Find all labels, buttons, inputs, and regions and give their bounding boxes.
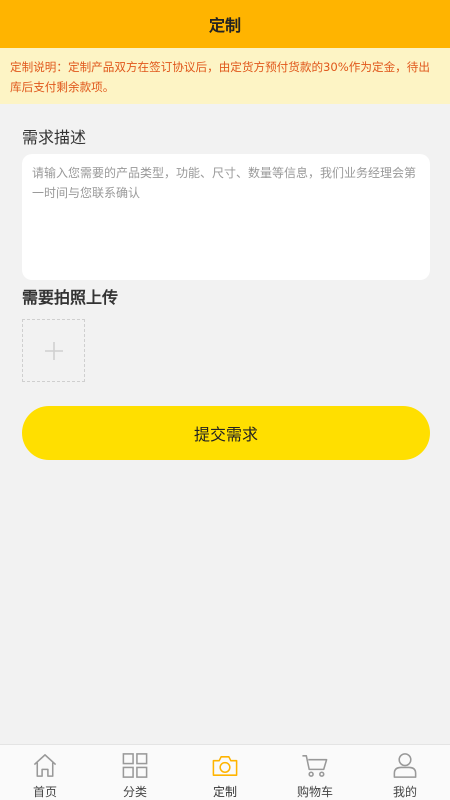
photo-upload-title: 需要拍照上传 bbox=[22, 288, 119, 307]
tab-label-profile: 我的 bbox=[392, 785, 417, 799]
tab-profile[interactable]: 我的 bbox=[360, 745, 450, 800]
tab-home[interactable]: 首页 bbox=[0, 745, 90, 800]
tab-custom[interactable]: 定制 bbox=[180, 745, 270, 800]
tab-category[interactable]: 分类 bbox=[90, 745, 180, 800]
plus-icon bbox=[44, 341, 63, 360]
camera-icon bbox=[212, 756, 238, 776]
description-input[interactable] bbox=[22, 154, 430, 280]
submit-request-button[interactable]: 提交需求 bbox=[22, 406, 430, 460]
description-title: 需求描述 bbox=[22, 128, 87, 147]
bottom-tab-bar: 首页 分类 定制 购物车 我的 bbox=[0, 744, 450, 800]
user-icon bbox=[393, 753, 417, 778]
custom-notice: 定制说明：定制产品双方在签订协议后，由定货方预付货款的30%作为定金，待出库后支… bbox=[0, 48, 450, 104]
tab-label-category: 分类 bbox=[122, 785, 147, 799]
grid-icon bbox=[122, 753, 148, 778]
tab-label-cart: 购物车 bbox=[296, 785, 333, 799]
top-bar: 定制 bbox=[0, 0, 450, 48]
photo-upload-button[interactable] bbox=[22, 319, 85, 382]
tab-label-home: 首页 bbox=[32, 785, 57, 799]
page-title: 定制 bbox=[208, 16, 241, 35]
tab-label-custom: 定制 bbox=[212, 785, 237, 799]
tab-cart[interactable]: 购物车 bbox=[270, 745, 360, 800]
cart-icon bbox=[302, 755, 328, 777]
home-icon bbox=[33, 754, 57, 777]
